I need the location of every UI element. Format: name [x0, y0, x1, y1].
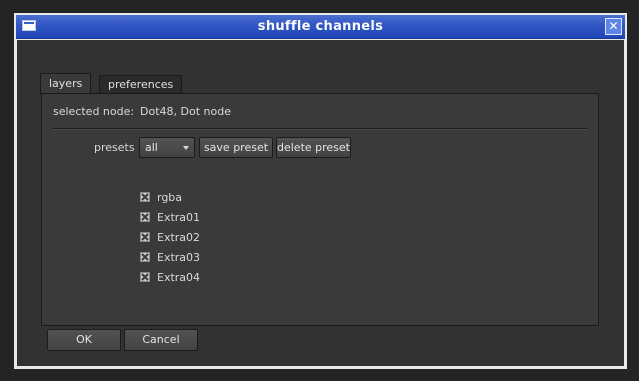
divider	[52, 128, 588, 130]
checkmark-x-icon	[141, 233, 149, 241]
layer-checkbox-extra02[interactable]	[140, 232, 150, 242]
selected-node-value: Dot48, Dot node	[140, 105, 231, 118]
tab-layers[interactable]: layers	[40, 73, 92, 94]
checkmark-x-icon	[141, 253, 149, 261]
cancel-button[interactable]: Cancel	[124, 329, 198, 351]
presets-dropdown[interactable]: all	[139, 137, 195, 158]
save-preset-button[interactable]: save preset	[199, 137, 273, 158]
checkmark-x-icon	[141, 193, 149, 201]
layer-label: Extra03	[157, 251, 201, 264]
chevron-down-icon	[183, 146, 189, 150]
layer-checkbox-extra03[interactable]	[140, 252, 150, 262]
checkmark-x-icon	[141, 213, 149, 221]
presets-label: presets	[94, 141, 135, 154]
ok-button[interactable]: OK	[47, 329, 121, 351]
layer-checkbox-extra01[interactable]	[140, 212, 150, 222]
dialog-window: shuffle channels ✕ layers preferences se…	[14, 13, 627, 369]
layer-label: rgba	[157, 191, 183, 204]
layer-checkbox-extra04[interactable]	[140, 272, 150, 282]
window-title: shuffle channels	[257, 19, 384, 34]
layers-panel: selected node: Dot48, Dot node presets a…	[41, 93, 599, 326]
delete-preset-button[interactable]: delete preset	[276, 137, 351, 158]
layer-checkbox-rgba[interactable]	[140, 192, 150, 202]
layer-label: Extra04	[157, 271, 201, 284]
dialog-body: layers preferences selected node: Dot48,…	[17, 40, 624, 366]
checkmark-x-icon	[141, 273, 149, 281]
layer-label: Extra01	[157, 211, 201, 224]
title-bar[interactable]: shuffle channels ✕	[16, 15, 625, 39]
selected-node-label: selected node:	[53, 105, 135, 118]
close-icon[interactable]: ✕	[605, 18, 622, 35]
presets-selected-value: all	[145, 141, 158, 154]
layer-label: Extra02	[157, 231, 201, 244]
tab-preferences[interactable]: preferences	[99, 75, 183, 94]
